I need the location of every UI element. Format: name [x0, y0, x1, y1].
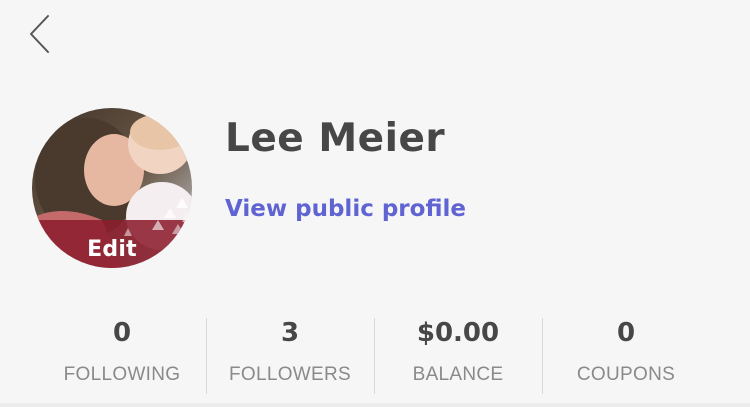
stat-followers[interactable]: 3 FOLLOWERS [206, 312, 374, 394]
stat-label: FOLLOWERS [229, 364, 351, 385]
back-button[interactable] [18, 10, 62, 58]
bottom-divider [0, 403, 750, 407]
stats-bar: 0 FOLLOWING 3 FOLLOWERS $0.00 BALANCE 0 … [38, 312, 710, 394]
stat-label: FOLLOWING [63, 364, 181, 385]
profile-name: Lee Meier [225, 116, 446, 161]
stat-value: 0 [616, 318, 636, 348]
stat-value: $0.00 [416, 318, 500, 348]
stat-value: 3 [280, 318, 300, 348]
stat-value: 0 [112, 318, 132, 348]
stat-following[interactable]: 0 FOLLOWING [38, 312, 206, 394]
stat-label: BALANCE [412, 364, 504, 385]
avatar[interactable]: Edit [32, 108, 192, 268]
stat-label: COUPONS [576, 364, 676, 385]
view-public-profile-link[interactable]: View public profile [225, 196, 466, 222]
stat-coupons[interactable]: 0 COUPONS [542, 312, 710, 394]
stat-balance[interactable]: $0.00 BALANCE [374, 312, 542, 394]
chevron-left-icon [30, 15, 49, 53]
avatar-edit-label[interactable]: Edit [32, 237, 192, 262]
